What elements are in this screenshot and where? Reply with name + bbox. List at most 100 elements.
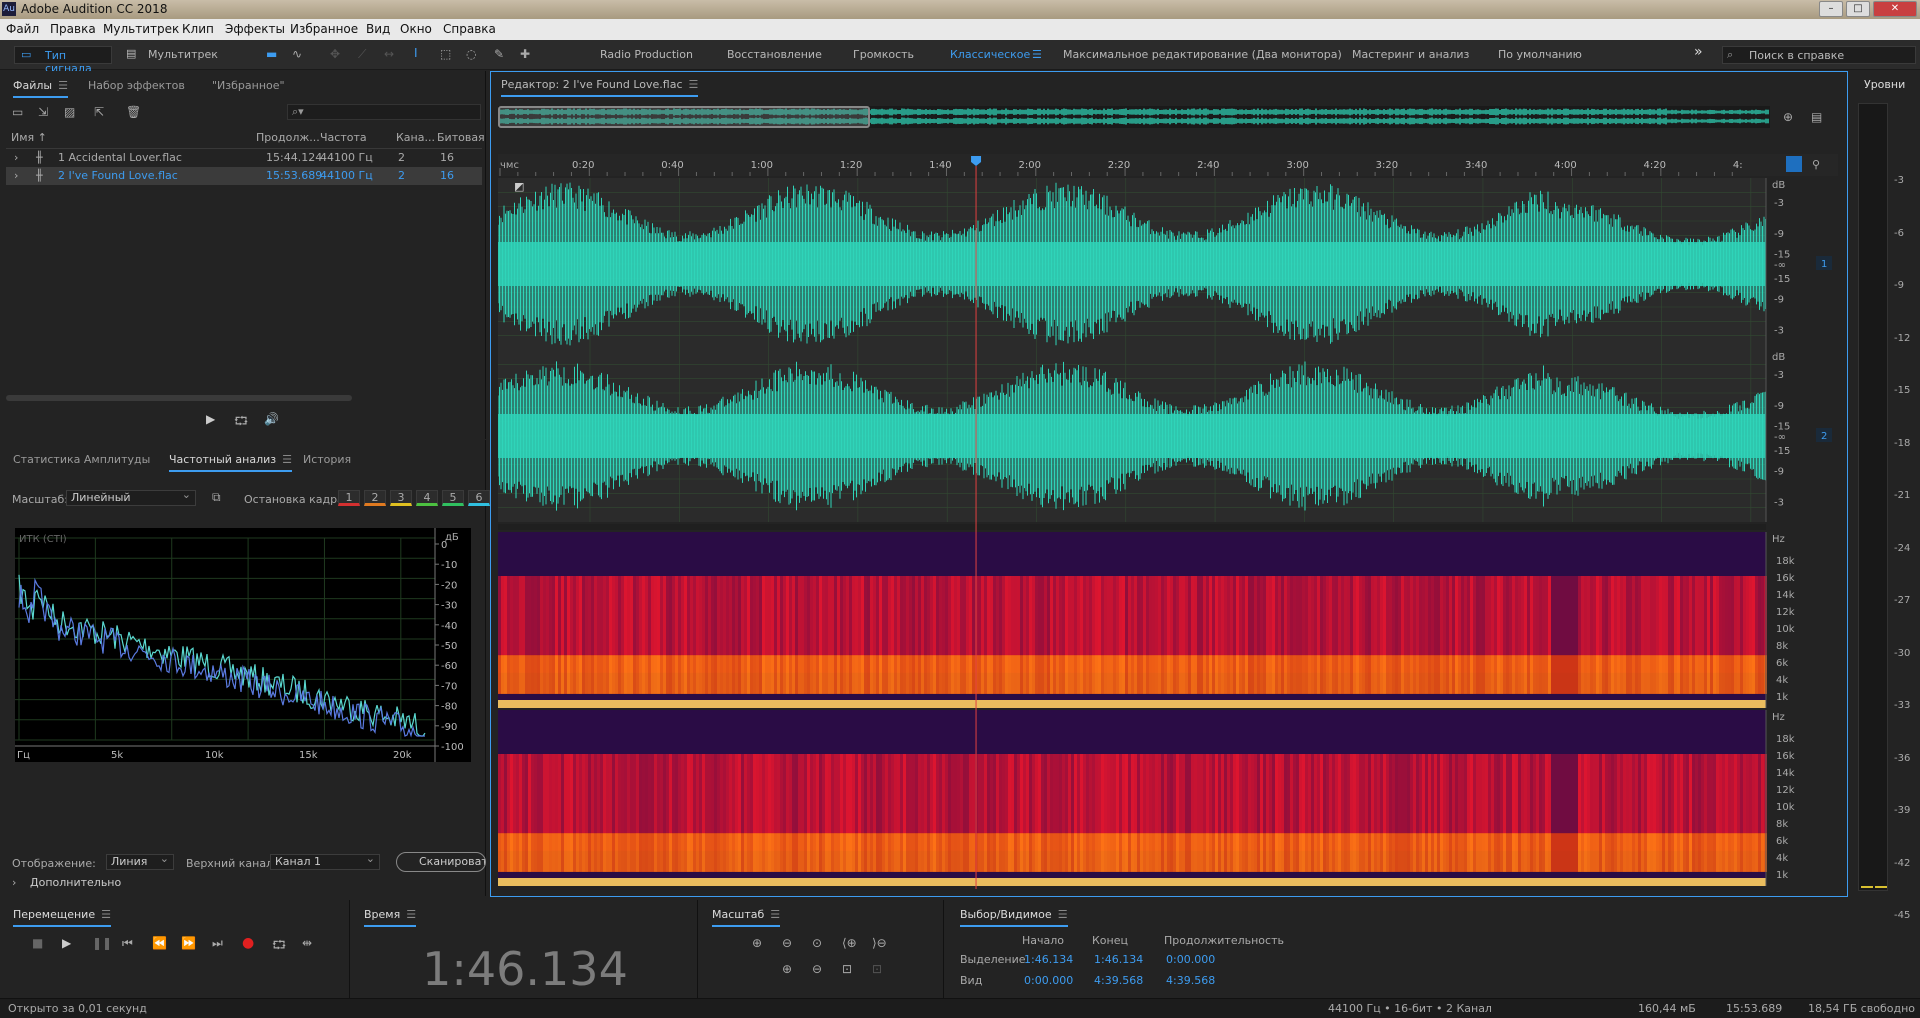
- expand-chevron-icon[interactable]: ›: [14, 151, 18, 164]
- panel-options-icon[interactable]: ▤: [1811, 110, 1822, 124]
- menu-edit[interactable]: Правка: [50, 22, 96, 36]
- fast-forward-icon[interactable]: ⏩: [181, 936, 196, 950]
- rewind-icon[interactable]: ⏪: [152, 936, 167, 950]
- freeze-button-2[interactable]: 2: [364, 490, 386, 506]
- stop-icon[interactable]: ■: [32, 936, 43, 950]
- view-duration-field[interactable]: 4:39.568: [1166, 974, 1215, 987]
- table-row[interactable]: › ╫ 1 Accidental Lover.flac 15:44.124 44…: [6, 149, 482, 167]
- zoom-out-point-icon[interactable]: ⟩⊖: [872, 936, 887, 950]
- tab-favorites[interactable]: "Избранное": [212, 79, 285, 92]
- menu-window[interactable]: Окно: [400, 22, 432, 36]
- move-tool-icon[interactable]: ✥: [330, 47, 340, 61]
- spectral-display-icon[interactable]: ∿: [292, 47, 302, 61]
- freeze-button-5[interactable]: 5: [442, 490, 464, 506]
- brush-tool-icon[interactable]: ✎: [494, 47, 504, 61]
- view-end-field[interactable]: 4:39.568: [1094, 974, 1143, 987]
- preview-loop-icon[interactable]: ⮔: [234, 412, 248, 433]
- snap-icon[interactable]: [1786, 156, 1802, 172]
- slip-tool-icon[interactable]: ↔: [384, 47, 394, 61]
- new-file-icon[interactable]: ▨: [64, 105, 75, 119]
- skip-to-end-icon[interactable]: ⏭: [212, 936, 223, 951]
- workspace-max-editing[interactable]: Максимальное редактирование (Два монитор…: [1063, 48, 1342, 61]
- menu-clip[interactable]: Клип: [182, 22, 214, 36]
- menu-effects[interactable]: Эффекты: [225, 22, 285, 36]
- help-search-field[interactable]: ⌕ Поиск в справке: [1722, 46, 1916, 64]
- menu-multitrack[interactable]: Мультитрек: [103, 22, 179, 36]
- scan-button[interactable]: Сканировать: [396, 852, 486, 872]
- view-divider[interactable]: [498, 524, 1766, 530]
- freeze-button-1[interactable]: 1: [338, 490, 360, 506]
- workspace-menu-icon[interactable]: ☰: [1032, 48, 1042, 61]
- loop-playback-icon[interactable]: ⮔: [272, 936, 286, 957]
- time-selection-tool-icon[interactable]: I: [414, 46, 418, 60]
- freeze-button-4[interactable]: 4: [416, 490, 438, 506]
- open-file-icon[interactable]: ▭: [12, 105, 23, 119]
- selection-end-field[interactable]: 1:46.134: [1094, 953, 1143, 966]
- expand-chevron-icon[interactable]: ›: [14, 169, 18, 182]
- view-start-field[interactable]: 0:00.000: [1024, 974, 1073, 987]
- table-row-selected[interactable]: › ╫ 2 I've Found Love.flac 15:53.689 441…: [6, 167, 482, 185]
- column-channels[interactable]: Кана...: [396, 131, 435, 144]
- tab-amplitude-statistics[interactable]: Статистика Амплитуды: [13, 453, 150, 466]
- workspace-loudness[interactable]: Громкость: [853, 48, 914, 61]
- channel-select[interactable]: Канал 1: [270, 852, 380, 870]
- close-button[interactable]: ✕: [1873, 1, 1917, 17]
- freeze-graph-icon[interactable]: ⧉: [212, 490, 221, 505]
- selection-duration-field[interactable]: 0:00.000: [1166, 953, 1215, 966]
- pause-icon[interactable]: ❚❚: [92, 936, 112, 950]
- workspace-mastering[interactable]: Мастеринг и анализ: [1352, 48, 1469, 61]
- marker-pin-icon[interactable]: ⚲: [1812, 158, 1820, 171]
- tab-effects-rack[interactable]: Набор эффектов: [88, 79, 185, 92]
- selection-start-field[interactable]: 1:46.134: [1024, 953, 1073, 966]
- advanced-label[interactable]: Дополнительно: [30, 876, 121, 889]
- scale-select[interactable]: Линейный: [66, 488, 196, 506]
- tab-history[interactable]: История: [303, 453, 351, 466]
- column-duration[interactable]: Продолж...: [256, 131, 320, 144]
- multitrack-view-button[interactable]: ▤ Мультитрек: [124, 46, 224, 64]
- menu-favorites[interactable]: Избранное: [290, 22, 358, 36]
- editor-tab[interactable]: Редактор: 2 I've Found Love.flac ☰: [501, 78, 699, 97]
- workspace-radio-production[interactable]: Radio Production: [600, 48, 693, 61]
- razor-tool-icon[interactable]: ⟋: [358, 47, 366, 62]
- zoom-selection-icon[interactable]: ⊡: [842, 962, 852, 976]
- tab-files[interactable]: Файлы ☰: [13, 79, 68, 98]
- workspace-default[interactable]: По умолчанию: [1498, 48, 1582, 61]
- skip-selection-icon[interactable]: ⇹: [302, 936, 312, 950]
- marquee-tool-icon[interactable]: ⬚: [440, 47, 451, 61]
- overview-bar[interactable]: [497, 106, 1770, 128]
- workspace-overflow-icon[interactable]: »: [1694, 44, 1703, 60]
- lasso-tool-icon[interactable]: ◌: [466, 47, 476, 61]
- freeze-button-3[interactable]: 3: [390, 490, 412, 506]
- insert-into-multitrack-icon[interactable]: ⇱: [94, 105, 104, 119]
- menu-view[interactable]: Вид: [366, 22, 390, 36]
- import-file-icon[interactable]: ⇲: [38, 105, 48, 119]
- record-icon[interactable]: ●: [242, 935, 254, 951]
- advanced-expand-icon[interactable]: ›: [12, 876, 16, 889]
- files-search-input[interactable]: ⌕▾: [287, 104, 481, 120]
- editor-display[interactable]: чмс 0:20 0:40 1:00 1:20 1:40 2:00 2:20 2:40 3:00 3…: [498, 154, 1838, 896]
- zoom-to-selection-icon[interactable]: ⊕: [1783, 110, 1793, 124]
- files-horizontal-scrollbar[interactable]: [6, 395, 352, 401]
- workspace-classic[interactable]: Классическое: [950, 48, 1030, 61]
- waveform-view-button[interactable]: ▭ Тип сигнала: [14, 46, 112, 75]
- zoom-out-amplitude-icon[interactable]: ⊖: [782, 936, 792, 950]
- column-name[interactable]: Имя ↑: [11, 131, 47, 144]
- menu-help[interactable]: Справка: [443, 22, 496, 36]
- preview-play-icon[interactable]: ▶: [206, 412, 215, 426]
- healing-tool-icon[interactable]: ✚: [520, 47, 530, 61]
- zoom-out-full-icon[interactable]: ⊙: [812, 936, 822, 950]
- play-icon[interactable]: ▶: [62, 936, 71, 950]
- column-rate[interactable]: Частота: [320, 131, 367, 144]
- maximize-button[interactable]: □: [1846, 1, 1870, 17]
- delete-file-icon[interactable]: 🗑: [126, 105, 141, 119]
- zoom-in-point-icon[interactable]: ⟨⊕: [842, 936, 857, 950]
- auto-play-icon[interactable]: 🔊: [264, 412, 279, 426]
- workspace-restoration[interactable]: Восстановление: [727, 48, 822, 61]
- zoom-in-amplitude-icon[interactable]: ⊕: [752, 936, 762, 950]
- display-select[interactable]: Линия: [106, 852, 174, 870]
- hud-toggle-icon[interactable]: ◩: [514, 180, 524, 193]
- menu-file[interactable]: Файл: [6, 22, 39, 36]
- minimize-button[interactable]: –: [1819, 1, 1843, 17]
- zoom-in-time-icon[interactable]: ⊕: [782, 962, 792, 976]
- zoom-out-time-icon[interactable]: ⊖: [812, 962, 822, 976]
